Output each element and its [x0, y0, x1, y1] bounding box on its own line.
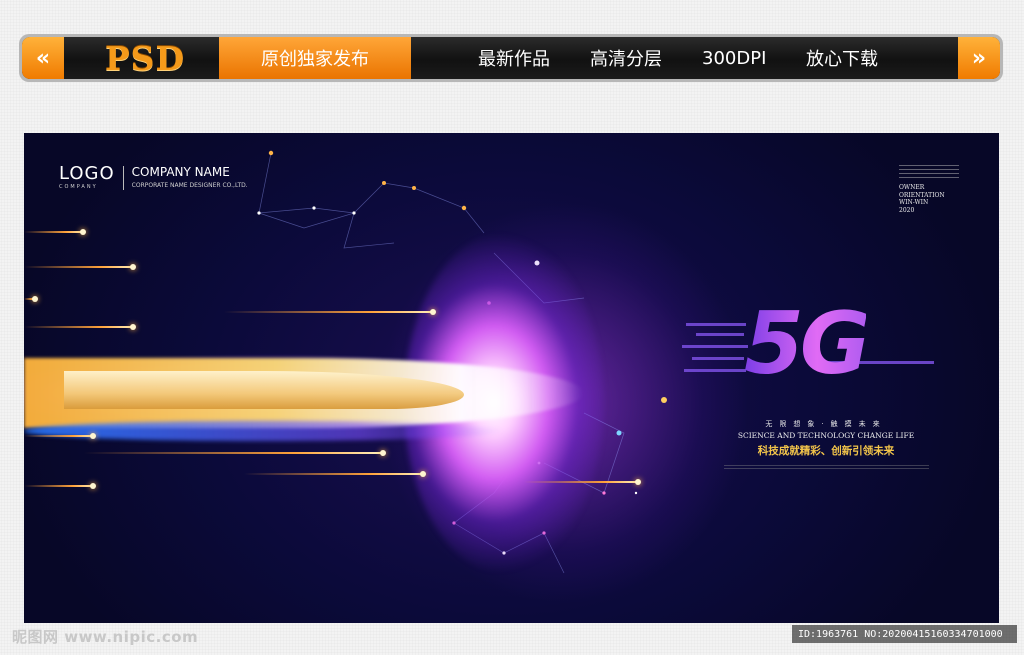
decorative-rule — [724, 465, 929, 471]
slogan: 科技成就精彩、创新引领未来 — [757, 445, 895, 457]
owner-line: 2020 — [899, 206, 915, 214]
speed-streak — [24, 324, 136, 330]
company-name: COMPANY NAME — [131, 165, 230, 180]
decorative-fine-text — [899, 165, 959, 181]
poster-5g: LOGO COMPANY COMPANY NAME CORPORATE NAME… — [24, 133, 999, 623]
nav-item-300dpi[interactable]: 300DPI — [702, 37, 766, 79]
blue-light-trail — [24, 421, 504, 441]
owner-line: WIN-WIN — [899, 199, 929, 207]
company-logo-block: LOGO COMPANY COMPANY NAME CORPORATE NAME… — [59, 163, 248, 191]
speed-streak — [24, 296, 38, 302]
double-chevron-right-icon[interactable]: » — [958, 37, 1000, 79]
speed-streak — [24, 433, 96, 439]
nav-item-safe-download[interactable]: 放心下载 — [806, 37, 878, 79]
logo-divider — [122, 165, 124, 190]
headline-5g: 5G — [744, 294, 870, 394]
top-nav-bar: « PSD 原创独家发布 最新作品 高清分层 300DPI 放心下载 » — [19, 34, 1003, 82]
company-subtitle: CORPORATE NAME DESIGNER CO.,LTD. — [131, 181, 248, 189]
top-nav-inner: « PSD 原创独家发布 最新作品 高清分层 300DPI 放心下载 » — [22, 37, 1000, 79]
speed-streak — [244, 471, 426, 477]
speed-streak — [84, 450, 386, 456]
psd-logo: PSD — [104, 38, 186, 78]
glitch-line — [692, 357, 744, 360]
logo-text: LOGO — [59, 163, 115, 184]
owner-line: ORIENTATION — [899, 191, 945, 199]
nav-item-hd-layers[interactable]: 高清分层 — [590, 37, 662, 79]
double-chevron-left-icon[interactable]: « — [22, 37, 64, 79]
nav-item-latest-works[interactable]: 最新作品 — [478, 37, 550, 79]
glitch-line — [696, 333, 744, 336]
speed-streak — [24, 229, 86, 235]
image-id-watermark: ID:1963761 NO:20200415160334701000 — [792, 625, 1017, 643]
en-tagline: SCIENCE AND TECHNOLOGY CHANGE LIFE — [737, 431, 915, 440]
speed-streak — [524, 479, 641, 485]
speed-streak — [224, 309, 436, 315]
glitch-line — [682, 345, 748, 348]
tab-original-exclusive[interactable]: 原创独家发布 — [219, 37, 411, 79]
glitch-line — [684, 369, 746, 372]
site-watermark: 昵图网 www.nipic.com — [12, 628, 199, 646]
owner-text-block: OWNER ORIENTATION WIN-WIN 2020 — [899, 165, 959, 214]
glitch-line — [686, 323, 746, 326]
owner-line: OWNER — [899, 184, 925, 191]
logo-subtext: COMPANY — [59, 184, 98, 190]
cn-tagline: 无限想象·触摸未来 — [765, 420, 887, 428]
speed-streak — [24, 483, 96, 489]
speed-streak — [24, 264, 136, 270]
logo-mark: LOGO COMPANY — [59, 163, 115, 191]
